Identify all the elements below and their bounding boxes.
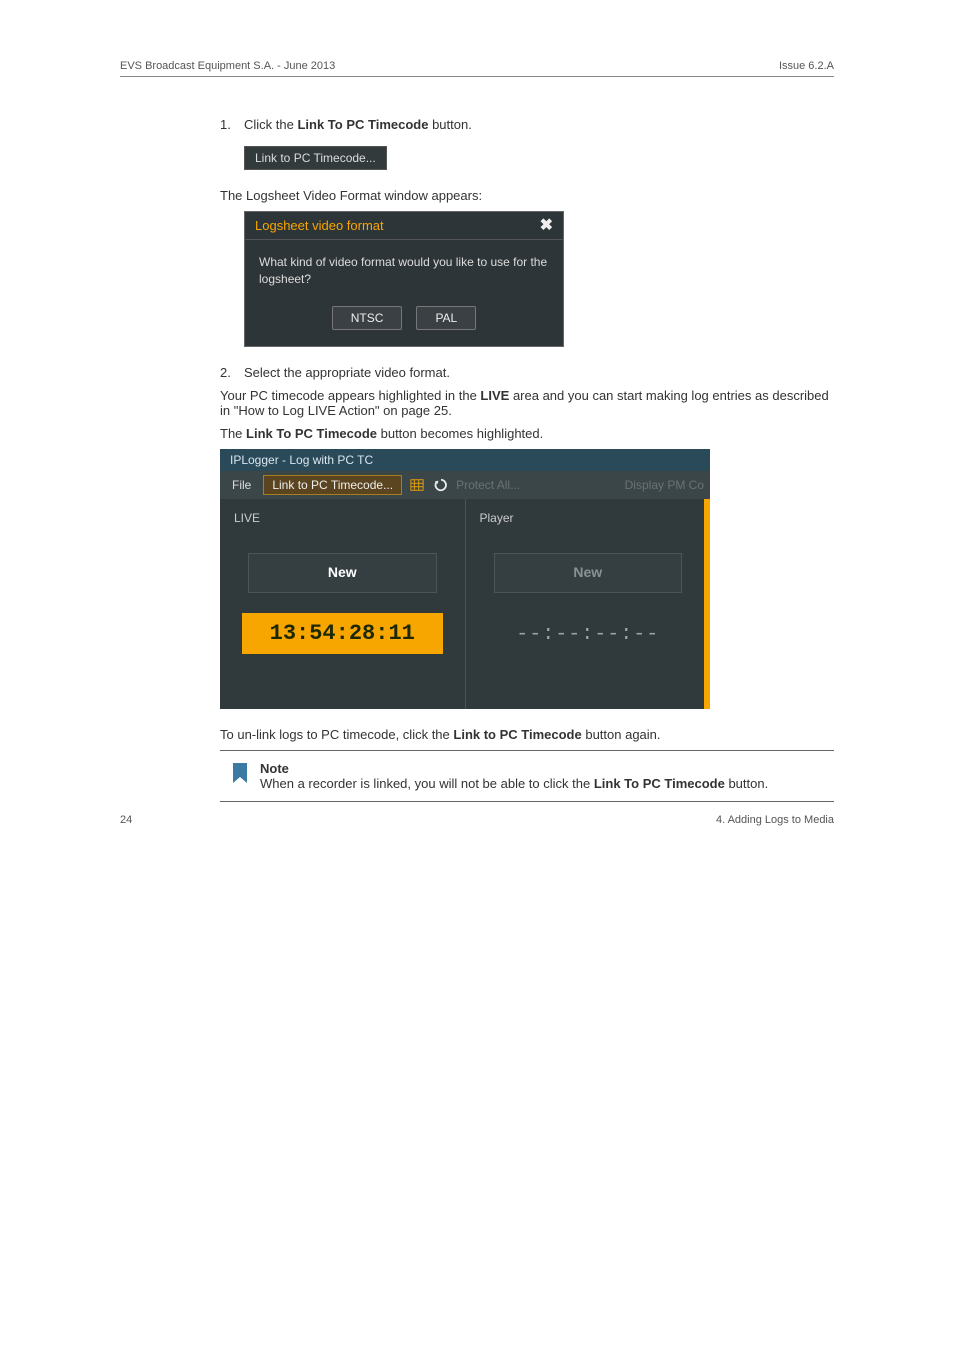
para-hl-c: button becomes highlighted. <box>377 426 543 441</box>
link-to-pc-timecode-button[interactable]: Link to PC Timecode... <box>263 475 402 495</box>
player-pane: Player New --:--:--:-- <box>465 499 711 709</box>
link-to-pc-timecode-button-img: Link to PC Timecode... <box>244 146 387 170</box>
para-live-a: Your PC timecode appears highlighted in … <box>220 388 480 403</box>
live-pane: LIVE New 13:54:28:11 <box>220 499 465 709</box>
para-hl-a: The <box>220 426 246 441</box>
step1-pre: Click the <box>244 117 297 132</box>
player-timecode: --:--:--:-- <box>488 613 689 656</box>
para-live-b: LIVE <box>480 388 509 403</box>
step-text-2: Select the appropriate video format. <box>244 365 834 380</box>
dialog-title: Logsheet video format <box>255 218 384 233</box>
text-logsheet-appears: The Logsheet Video Format window appears… <box>220 188 834 203</box>
header-right: Issue 6.2.A <box>779 60 834 72</box>
note-body-c: button. <box>725 776 768 791</box>
note-block: Note When a recorder is linked, you will… <box>220 750 834 802</box>
live-new-button[interactable]: New <box>248 553 437 593</box>
paragraph-highlighted: The Link To PC Timecode button becomes h… <box>220 426 834 441</box>
live-label: LIVE <box>234 511 451 525</box>
live-timecode: 13:54:28:11 <box>242 613 443 654</box>
note-body: When a recorder is linked, you will not … <box>260 776 834 791</box>
para-unlink-b: Link to PC Timecode <box>453 727 581 742</box>
note-body-b: Link To PC Timecode <box>594 776 725 791</box>
step-text-1: Click the Link To PC Timecode button. <box>244 117 834 132</box>
paragraph-unlink: To un-link logs to PC timecode, click th… <box>220 727 834 742</box>
note-tag-icon <box>230 761 250 783</box>
pal-button[interactable]: PAL <box>416 306 476 330</box>
pane-right-edge <box>704 499 710 709</box>
paragraph-live-area: Your PC timecode appears highlighted in … <box>220 388 834 418</box>
para-unlink-a: To un-link logs to PC timecode, click th… <box>220 727 453 742</box>
footer-section: 4. Adding Logs to Media <box>716 814 834 826</box>
dialog-body-text: What kind of video format would you like… <box>245 240 563 294</box>
step-number-2: 2. <box>220 365 244 380</box>
display-pm-button: Display PM Co <box>625 478 704 492</box>
step1-bold: Link To PC Timecode <box>297 117 428 132</box>
step1-post: button. <box>428 117 471 132</box>
para-unlink-c: button again. <box>582 727 661 742</box>
footer-page-number: 24 <box>120 814 132 826</box>
logsheet-video-format-dialog: Logsheet video format ✖ What kind of vid… <box>244 211 564 347</box>
refresh-icon[interactable] <box>432 477 450 493</box>
file-menu[interactable]: File <box>226 476 257 494</box>
protect-all-button: Protect All... <box>456 478 520 492</box>
player-label: Player <box>480 511 697 525</box>
header-left: EVS Broadcast Equipment S.A. - June 2013 <box>120 60 335 72</box>
header-rule <box>120 76 834 77</box>
note-body-a: When a recorder is linked, you will not … <box>260 776 594 791</box>
close-icon[interactable]: ✖ <box>540 219 553 233</box>
window-toolbar: File Link to PC Timecode... Protect All.… <box>220 471 710 499</box>
ntsc-button[interactable]: NTSC <box>332 306 403 330</box>
step-number-1: 1. <box>220 117 244 132</box>
para-hl-b: Link To PC Timecode <box>246 426 377 441</box>
window-titlebar: IPLogger - Log with PC TC <box>220 449 710 471</box>
iplogger-window: IPLogger - Log with PC TC File Link to P… <box>220 449 710 709</box>
player-new-button[interactable]: New <box>494 553 683 593</box>
note-title: Note <box>260 761 834 776</box>
grid-icon[interactable] <box>408 477 426 493</box>
